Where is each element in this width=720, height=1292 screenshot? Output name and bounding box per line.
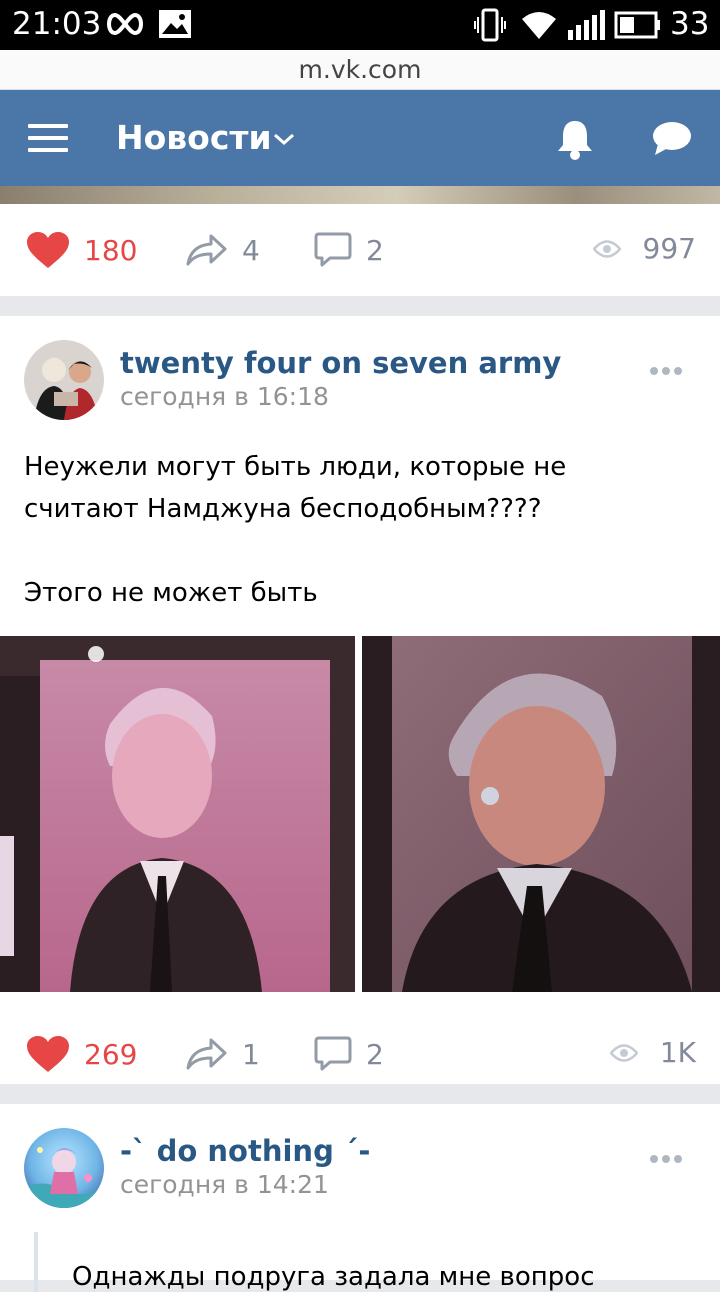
post-text-line: считают Намджуна бесподобным???? [24,494,542,524]
quote-marker [34,1232,38,1292]
url-text: m.vk.com [298,55,422,84]
eye-icon [592,239,621,258]
views: 997 [592,232,696,265]
post-header: -` do nothing ´- сегодня в 14:21 [0,1104,720,1214]
like-count: 269 [84,1037,138,1071]
share-count: 4 [242,233,260,267]
battery-percent: 33 [670,6,710,42]
post-date: сегодня в 16:18 [120,382,329,411]
page-title[interactable]: Новости [116,118,272,157]
author-avatar[interactable] [24,1128,104,1208]
post-text-line: Этого не может быть [24,578,318,608]
signal-icon [568,10,605,40]
action-bar: 269 1 2 1K [0,1008,720,1098]
share-button[interactable]: 1 [186,1036,260,1072]
heart-icon [27,232,69,268]
comment-icon [314,232,352,267]
post-header: twenty four on seven army сегодня в 16:1… [0,316,720,426]
comment-icon [314,1036,352,1071]
bell-icon[interactable] [555,118,595,160]
author-name[interactable]: -` do nothing ´- [120,1134,370,1168]
heart-icon [27,1036,69,1072]
share-count: 1 [242,1037,260,1071]
post-photo[interactable] [362,636,720,992]
author-name[interactable]: twenty four on seven army [120,346,561,380]
share-icon [186,234,227,266]
infinity-icon [107,12,143,36]
views: 1K [609,1036,696,1069]
image-icon [159,10,191,38]
views-count: 1K [659,1036,696,1069]
share-button[interactable]: 4 [186,232,260,268]
more-options-icon[interactable] [650,360,686,375]
comment-count: 2 [366,1037,384,1071]
share-icon [186,1038,227,1070]
message-icon[interactable] [652,120,692,156]
menu-button[interactable] [28,124,68,152]
wifi-icon [522,12,556,39]
app-header: Новости [0,90,720,186]
comment-count: 2 [366,233,384,267]
battery-icon [614,11,660,39]
like-count: 180 [84,233,138,267]
post-photo[interactable] [0,636,355,992]
post-text-line: Однажды подруга задала мне вопрос [72,1262,595,1292]
views-count: 997 [642,232,696,265]
status-bar: 21:03 33 [0,0,720,50]
eye-icon [609,1043,638,1062]
comment-button[interactable]: 2 [314,1036,384,1072]
post-date: сегодня в 14:21 [120,1170,329,1199]
post-text-line: Неужели могут быть люди, которые не [24,452,567,482]
author-avatar[interactable] [24,340,104,420]
previous-post-image[interactable] [0,186,720,204]
chevron-down-icon[interactable] [272,130,296,148]
more-options-icon[interactable] [650,1148,686,1163]
vibrate-icon [474,8,506,42]
post-card: twenty four on seven army сегодня в 16:1… [0,316,720,1084]
like-button[interactable]: 180 [26,232,137,268]
address-bar[interactable]: m.vk.com [0,50,720,90]
status-time: 21:03 [12,6,102,42]
post-card: -` do nothing ´- сегодня в 14:21 [0,1104,720,1280]
like-button[interactable]: 269 [26,1036,137,1072]
action-bar: 180 4 2 997 [0,204,720,294]
previous-post-footer: 180 4 2 997 [0,204,720,296]
comment-button[interactable]: 2 [314,232,384,268]
